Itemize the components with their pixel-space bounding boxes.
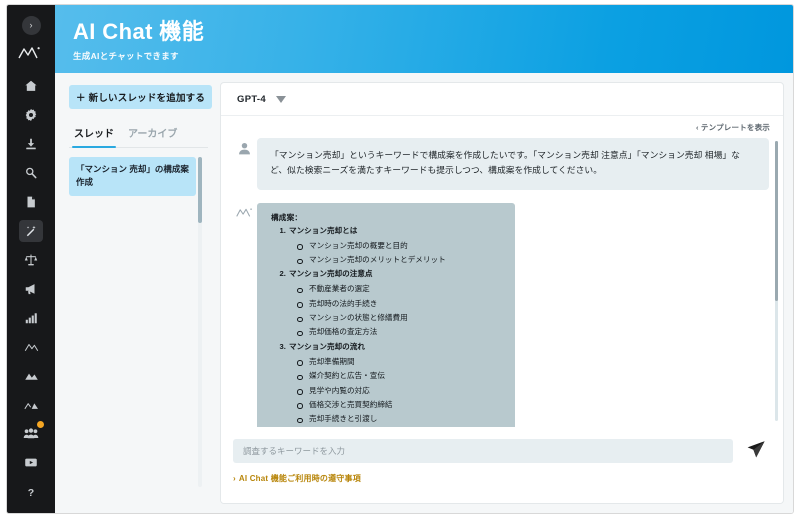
- rail-item-trends-range[interactable]: [7, 390, 55, 419]
- outline-section: マンション売却とは マンション売却の概要と目的 マンション売却のメリットとデメリ…: [288, 224, 501, 268]
- outline-section: マンション売却の注意点 不動産業者の選定 売却時の法的手続き マンションの状態と…: [288, 267, 501, 339]
- model-name-label: GPT-4: [237, 93, 266, 105]
- show-templates-link[interactable]: ‹ テンプレートを表示: [696, 122, 770, 133]
- rail-item-ai-chat[interactable]: [7, 216, 55, 245]
- model-selector-bar: GPT-4: [221, 83, 783, 116]
- download-icon: [19, 133, 43, 155]
- thread-scrollbar-thumb[interactable]: [198, 157, 202, 223]
- app-root: › ? AI Chat 機能 生成AIとチャットできます ＋ 新しいスレッドを追…: [0, 0, 800, 518]
- send-paper-plane-icon: [746, 440, 766, 462]
- outline-level2-list: 売却準備期間 媒介契約と広告・宣伝 見学や内覧の対応 価格交渉と売買契約締結 売…: [295, 355, 501, 427]
- outline-subitem: 売却価格の査定方法: [295, 325, 501, 339]
- outline-section-title: マンション売却の注意点: [289, 269, 373, 279]
- page-subtitle: 生成AIとチャットできます: [73, 51, 179, 62]
- mountain-filled-icon: [19, 365, 43, 387]
- plus-icon: ＋: [75, 93, 86, 104]
- mountain-solid-icon: [19, 510, 43, 514]
- notification-badge: [37, 421, 44, 428]
- threads-panel: ＋ 新しいスレッドを追加する スレッド アーカイブ 「マンション 売却」の構成案…: [55, 73, 218, 513]
- outline-subitem: マンションの状態と修繕費用: [295, 311, 501, 325]
- ai-logo-icon: [231, 203, 257, 219]
- outline-subitem: マンション売却のメリットとデメリット: [295, 253, 501, 267]
- rail-item-trends-filled[interactable]: [7, 361, 55, 390]
- tab-threads[interactable]: スレッド: [72, 125, 116, 148]
- add-thread-label: 新しいスレッドを追加する: [88, 93, 206, 104]
- rail-item-home[interactable]: [7, 71, 55, 100]
- composer-row: [233, 439, 769, 463]
- magic-wand-icon: [19, 219, 43, 242]
- rail-item-settings[interactable]: [7, 100, 55, 129]
- thread-list: 「マンション 売却」の構成案作成: [69, 157, 209, 487]
- outline-section-title: マンション売却の流れ: [289, 341, 365, 351]
- chevron-down-icon[interactable]: [275, 95, 286, 103]
- chat-input[interactable]: [233, 439, 733, 463]
- outline-heading: 構成案：: [271, 212, 303, 222]
- threads-tabs: スレッド アーカイブ: [69, 125, 208, 148]
- rail-item-download[interactable]: [7, 129, 55, 158]
- page-frame: › ? AI Chat 機能 生成AIとチャットできます ＋ 新しいスレッドを追…: [6, 4, 794, 514]
- outline-subitem: 見学や内覧の対応: [295, 384, 501, 398]
- rail-item-analytics[interactable]: [7, 303, 55, 332]
- document-icon: [19, 191, 43, 213]
- rail-item-trends-outline[interactable]: [7, 332, 55, 361]
- message-list: 「マンション売却」というキーワードで構成案を作成したいです。「マンション売却 注…: [221, 138, 783, 427]
- template-row: ‹ テンプレートを表示: [221, 116, 783, 138]
- outline-section: マンション売却の流れ 売却準備期間 媒介契約と広告・宣伝 見学や内覧の対応 価格…: [288, 340, 501, 427]
- video-icon: [19, 452, 43, 474]
- add-thread-button[interactable]: ＋ 新しいスレッドを追加する: [69, 85, 212, 109]
- rail-item-compare[interactable]: [7, 245, 55, 274]
- tab-archive[interactable]: アーカイブ: [128, 125, 177, 147]
- mountain-outline-icon: [19, 336, 43, 358]
- user-message-text: 「マンション売却」というキーワードで構成案を作成したいです。「マンション売却 注…: [257, 138, 769, 190]
- outline-subitem: 売却準備期間: [295, 355, 501, 369]
- gear-icon: [19, 104, 43, 126]
- outline-subitem: 不動産業者の選定: [295, 282, 501, 296]
- scales-icon: [19, 249, 43, 271]
- sidebar-expand-button[interactable]: ›: [21, 16, 41, 35]
- usage-policy-label: AI Chat 機能ご利用時の遵守事項: [238, 474, 361, 483]
- rail-item-videos[interactable]: [7, 448, 55, 477]
- svg-text:?: ?: [28, 487, 34, 499]
- message-assistant: 構成案： マンション売却とは マンション売却の概要と目的 マンション売却のメリッ…: [231, 202, 769, 427]
- outline-level2-list: マンション売却の概要と目的 マンション売却のメリットとデメリット: [295, 239, 501, 268]
- outline-level2-list: 不動産業者の選定 売却時の法的手続き マンションの状態と修繕費用 売却価格の査定…: [295, 282, 501, 340]
- rail-item-search[interactable]: [7, 158, 55, 187]
- send-button[interactable]: [743, 439, 769, 463]
- outline-level1-list: マンション売却とは マンション売却の概要と目的 マンション売却のメリットとデメリ…: [288, 224, 501, 427]
- outline-subitem: 媒介契約と広告・宣伝: [295, 369, 501, 383]
- message-user: 「マンション売却」というキーワードで構成案を作成したいです。「マンション売却 注…: [231, 138, 769, 190]
- help-question-icon: ?: [19, 481, 43, 503]
- usage-policy-link[interactable]: › AI Chat 機能ご利用時の遵守事項: [233, 473, 769, 484]
- rail-item-documents[interactable]: [7, 187, 55, 216]
- user-avatar-icon: [231, 138, 257, 156]
- page-header: AI Chat 機能 生成AIとチャットできます: [55, 5, 793, 73]
- rail-item-brand-footer[interactable]: [7, 506, 55, 514]
- outline-subitem: 価格交渉と売買契約締結: [295, 398, 501, 412]
- rail-item-help[interactable]: ?: [7, 477, 55, 506]
- chat-scrollbar-thumb[interactable]: [775, 141, 778, 301]
- search-icon: [19, 162, 43, 184]
- body-area: ＋ 新しいスレッドを追加する スレッド アーカイブ 「マンション 売却」の構成案…: [55, 73, 793, 513]
- rail-item-announcements[interactable]: [7, 274, 55, 303]
- rail-item-list: ?: [7, 71, 55, 514]
- chat-panel: GPT-4 ‹ テンプレートを表示 「マンション売却」というキーワードで構成案を…: [220, 82, 784, 504]
- outline-subitem: マンション売却の概要と目的: [295, 239, 501, 253]
- page-title: AI Chat 機能: [73, 19, 205, 44]
- composer: › AI Chat 機能ご利用時の遵守事項: [221, 427, 783, 503]
- rail-item-members[interactable]: [7, 419, 55, 448]
- assistant-message-outline: 構成案： マンション売却とは マンション売却の概要と目的 マンション売却のメリッ…: [257, 202, 515, 427]
- chevron-right-icon: ›: [233, 474, 236, 483]
- list-item[interactable]: 「マンション 売却」の構成案作成: [69, 157, 196, 197]
- mountain-range-icon: [19, 394, 43, 416]
- outline-subitem: 売却時の法的手続き: [295, 297, 501, 311]
- bar-chart-icon: [19, 307, 43, 329]
- home-icon: [19, 75, 43, 97]
- outline-section-title: マンション売却とは: [289, 225, 358, 235]
- left-icon-rail: › ?: [7, 5, 55, 513]
- outline-subitem: 売却手続きと引渡し: [295, 412, 501, 426]
- app-logo-icon[interactable]: [16, 45, 46, 61]
- megaphone-icon: [19, 278, 43, 300]
